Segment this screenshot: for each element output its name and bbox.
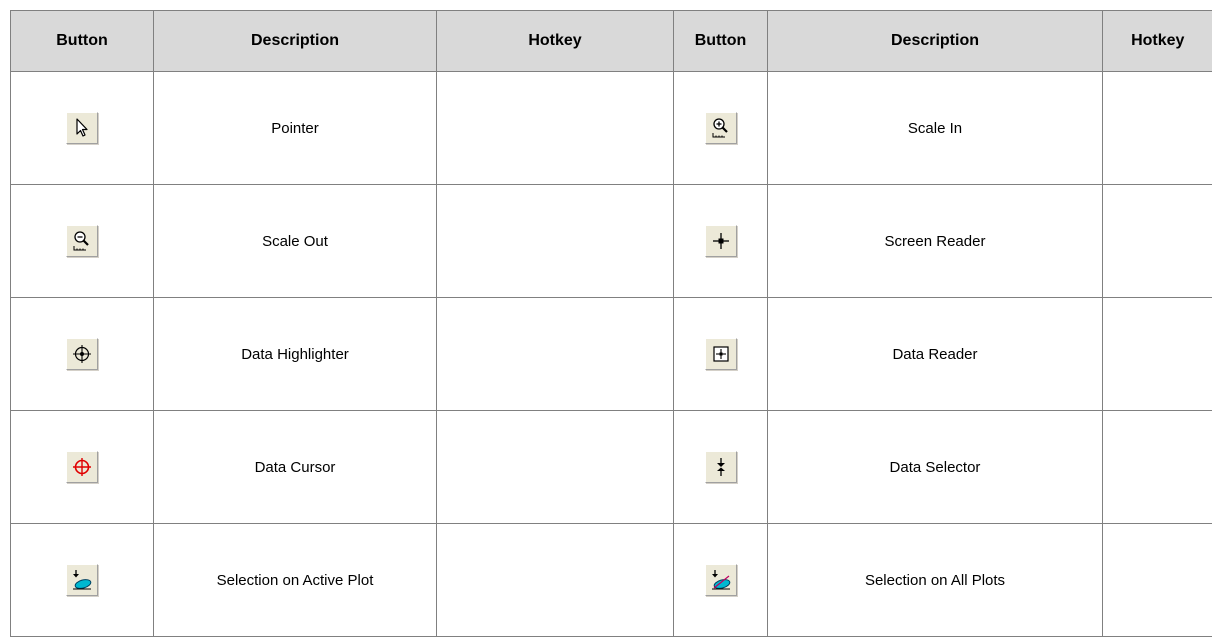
description-cell: Scale In: [767, 71, 1103, 185]
data-reader-button[interactable]: [704, 338, 737, 370]
hotkey-cell: [436, 297, 674, 411]
table-header-row: Button Description Hotkey Button Descrip…: [10, 10, 1212, 72]
table-row: Scale Out Screen Reader: [10, 184, 1212, 298]
table-row: Pointer Scale In: [10, 71, 1212, 185]
button-cell: [10, 297, 154, 411]
data-cursor-icon: [73, 458, 91, 476]
hotkey-cell: [1102, 71, 1212, 185]
button-cell: [10, 71, 154, 185]
button-cell: [10, 184, 154, 298]
button-cell: [673, 71, 768, 185]
scale-out-button[interactable]: [66, 225, 98, 257]
selection-on-all-plots-icon: [711, 570, 730, 590]
selection-on-active-plot-button[interactable]: [66, 564, 98, 596]
button-cell: [673, 297, 768, 411]
description-cell: Selection on Active Plot: [153, 523, 437, 637]
table-row: Data Highlighter Data Reader: [10, 297, 1212, 411]
button-cell: [673, 523, 768, 637]
column-header-hotkey: Hotkey: [436, 10, 674, 72]
table-row: Data Cursor Data Selector: [10, 410, 1212, 524]
column-header-description: Description: [767, 10, 1103, 72]
data-highlighter-button[interactable]: [66, 338, 98, 370]
description-cell: Scale Out: [153, 184, 437, 298]
hotkey-cell: [1102, 523, 1212, 637]
scale-in-button[interactable]: [704, 112, 737, 144]
description-cell: Data Cursor: [153, 410, 437, 524]
description-cell: Data Highlighter: [153, 297, 437, 411]
selection-on-active-plot-icon: [73, 570, 92, 590]
column-header-hotkey: Hotkey: [1102, 10, 1212, 72]
hotkey-cell: [436, 410, 674, 524]
data-selector-button[interactable]: [704, 451, 737, 483]
hotkey-cell: [1102, 410, 1212, 524]
pointer-button[interactable]: [66, 112, 98, 144]
description-cell: Screen Reader: [767, 184, 1103, 298]
screen-reader-icon: [712, 233, 729, 249]
column-header-button: Button: [673, 10, 768, 72]
selection-on-all-plots-button[interactable]: [704, 564, 737, 596]
scale-in-icon: [712, 118, 728, 138]
hotkey-cell: [436, 71, 674, 185]
data-highlighter-icon: [73, 345, 91, 363]
hotkey-cell: [436, 523, 674, 637]
column-header-button: Button: [10, 10, 154, 72]
data-selector-icon: [716, 458, 725, 476]
table-row: Selection on Active Plot Selection on Al…: [10, 523, 1212, 637]
description-cell: Data Selector: [767, 410, 1103, 524]
description-cell: Data Reader: [767, 297, 1103, 411]
description-cell: Pointer: [153, 71, 437, 185]
hotkey-cell: [1102, 297, 1212, 411]
data-reader-icon: [712, 346, 729, 362]
tools-table: Button Description Hotkey Button Descrip…: [10, 10, 1212, 637]
pointer-icon: [76, 118, 88, 137]
button-cell: [673, 410, 768, 524]
hotkey-cell: [1102, 184, 1212, 298]
button-cell: [10, 523, 154, 637]
button-cell: [10, 410, 154, 524]
hotkey-cell: [436, 184, 674, 298]
data-cursor-button[interactable]: [66, 451, 98, 483]
description-cell: Selection on All Plots: [767, 523, 1103, 637]
scale-out-icon: [73, 231, 89, 251]
button-cell: [673, 184, 768, 298]
screen-reader-button[interactable]: [704, 225, 737, 257]
column-header-description: Description: [153, 10, 437, 72]
